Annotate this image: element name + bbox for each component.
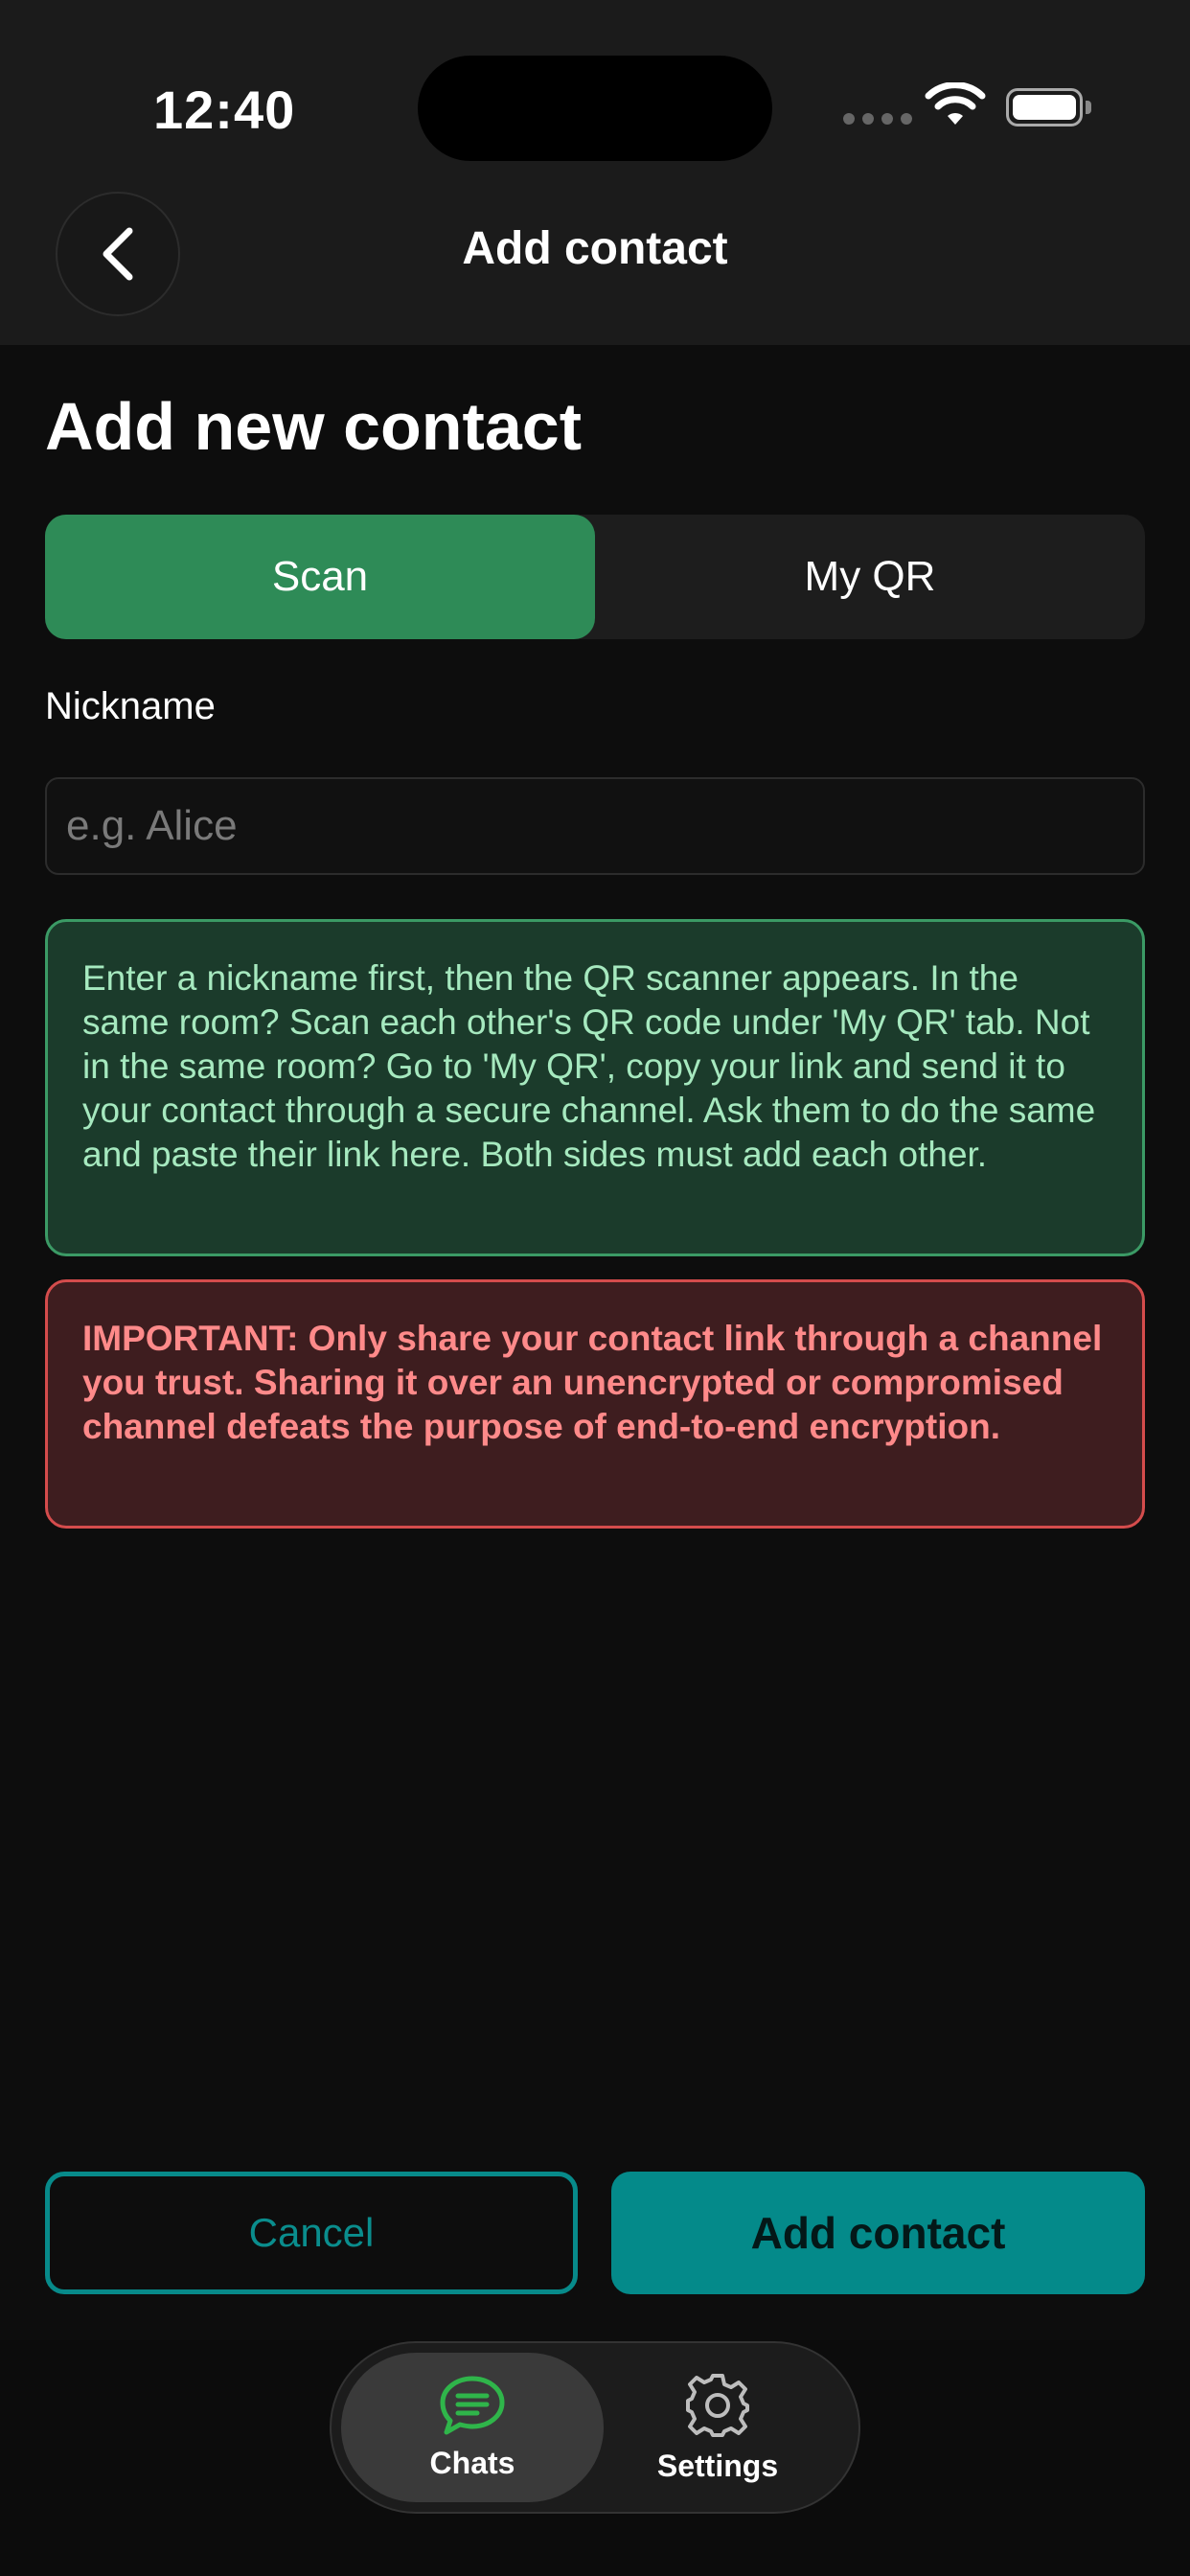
cancel-button-label: Cancel — [248, 2210, 375, 2255]
add-contact-button[interactable]: Add contact — [611, 2172, 1145, 2294]
tab-settings-label: Settings — [656, 2448, 779, 2483]
gear-icon — [686, 2373, 749, 2437]
nickname-input[interactable] — [45, 777, 1145, 875]
nickname-label: Nickname — [45, 685, 216, 727]
page-title: Add new contact — [45, 389, 583, 464]
wifi-icon — [925, 82, 986, 125]
warning-text: IMPORTANT: Only share your contact link … — [82, 1319, 1103, 1446]
cellular-signal-icon — [843, 113, 912, 125]
tab-my-qr-label: My QR — [804, 553, 936, 600]
mode-segmented-control: Scan My QR — [45, 515, 1145, 639]
warning-box: IMPORTANT: Only share your contact link … — [45, 1279, 1145, 1529]
nav-bar: Add contact — [0, 172, 1190, 345]
tab-bar: Chats Settings — [330, 2341, 860, 2514]
chat-bubble-icon — [440, 2376, 505, 2434]
tab-settings[interactable]: Settings — [586, 2353, 849, 2502]
info-text: Enter a nickname first, then the QR scan… — [82, 958, 1096, 1174]
dynamic-island — [418, 56, 772, 161]
tab-chats[interactable]: Chats — [341, 2353, 604, 2502]
tab-scan[interactable]: Scan — [45, 515, 595, 639]
battery-icon — [1006, 88, 1091, 126]
nav-title: Add contact — [462, 223, 728, 274]
info-box: Enter a nickname first, then the QR scan… — [45, 919, 1145, 1256]
tab-chats-label: Chats — [429, 2445, 515, 2480]
cancel-button[interactable]: Cancel — [45, 2172, 578, 2294]
add-contact-button-label: Add contact — [750, 2208, 1006, 2258]
status-bar: 12:40 — [0, 0, 1190, 172]
tab-scan-label: Scan — [271, 553, 369, 600]
status-time: 12:40 — [153, 80, 296, 140]
tab-my-qr[interactable]: My QR — [595, 515, 1145, 639]
